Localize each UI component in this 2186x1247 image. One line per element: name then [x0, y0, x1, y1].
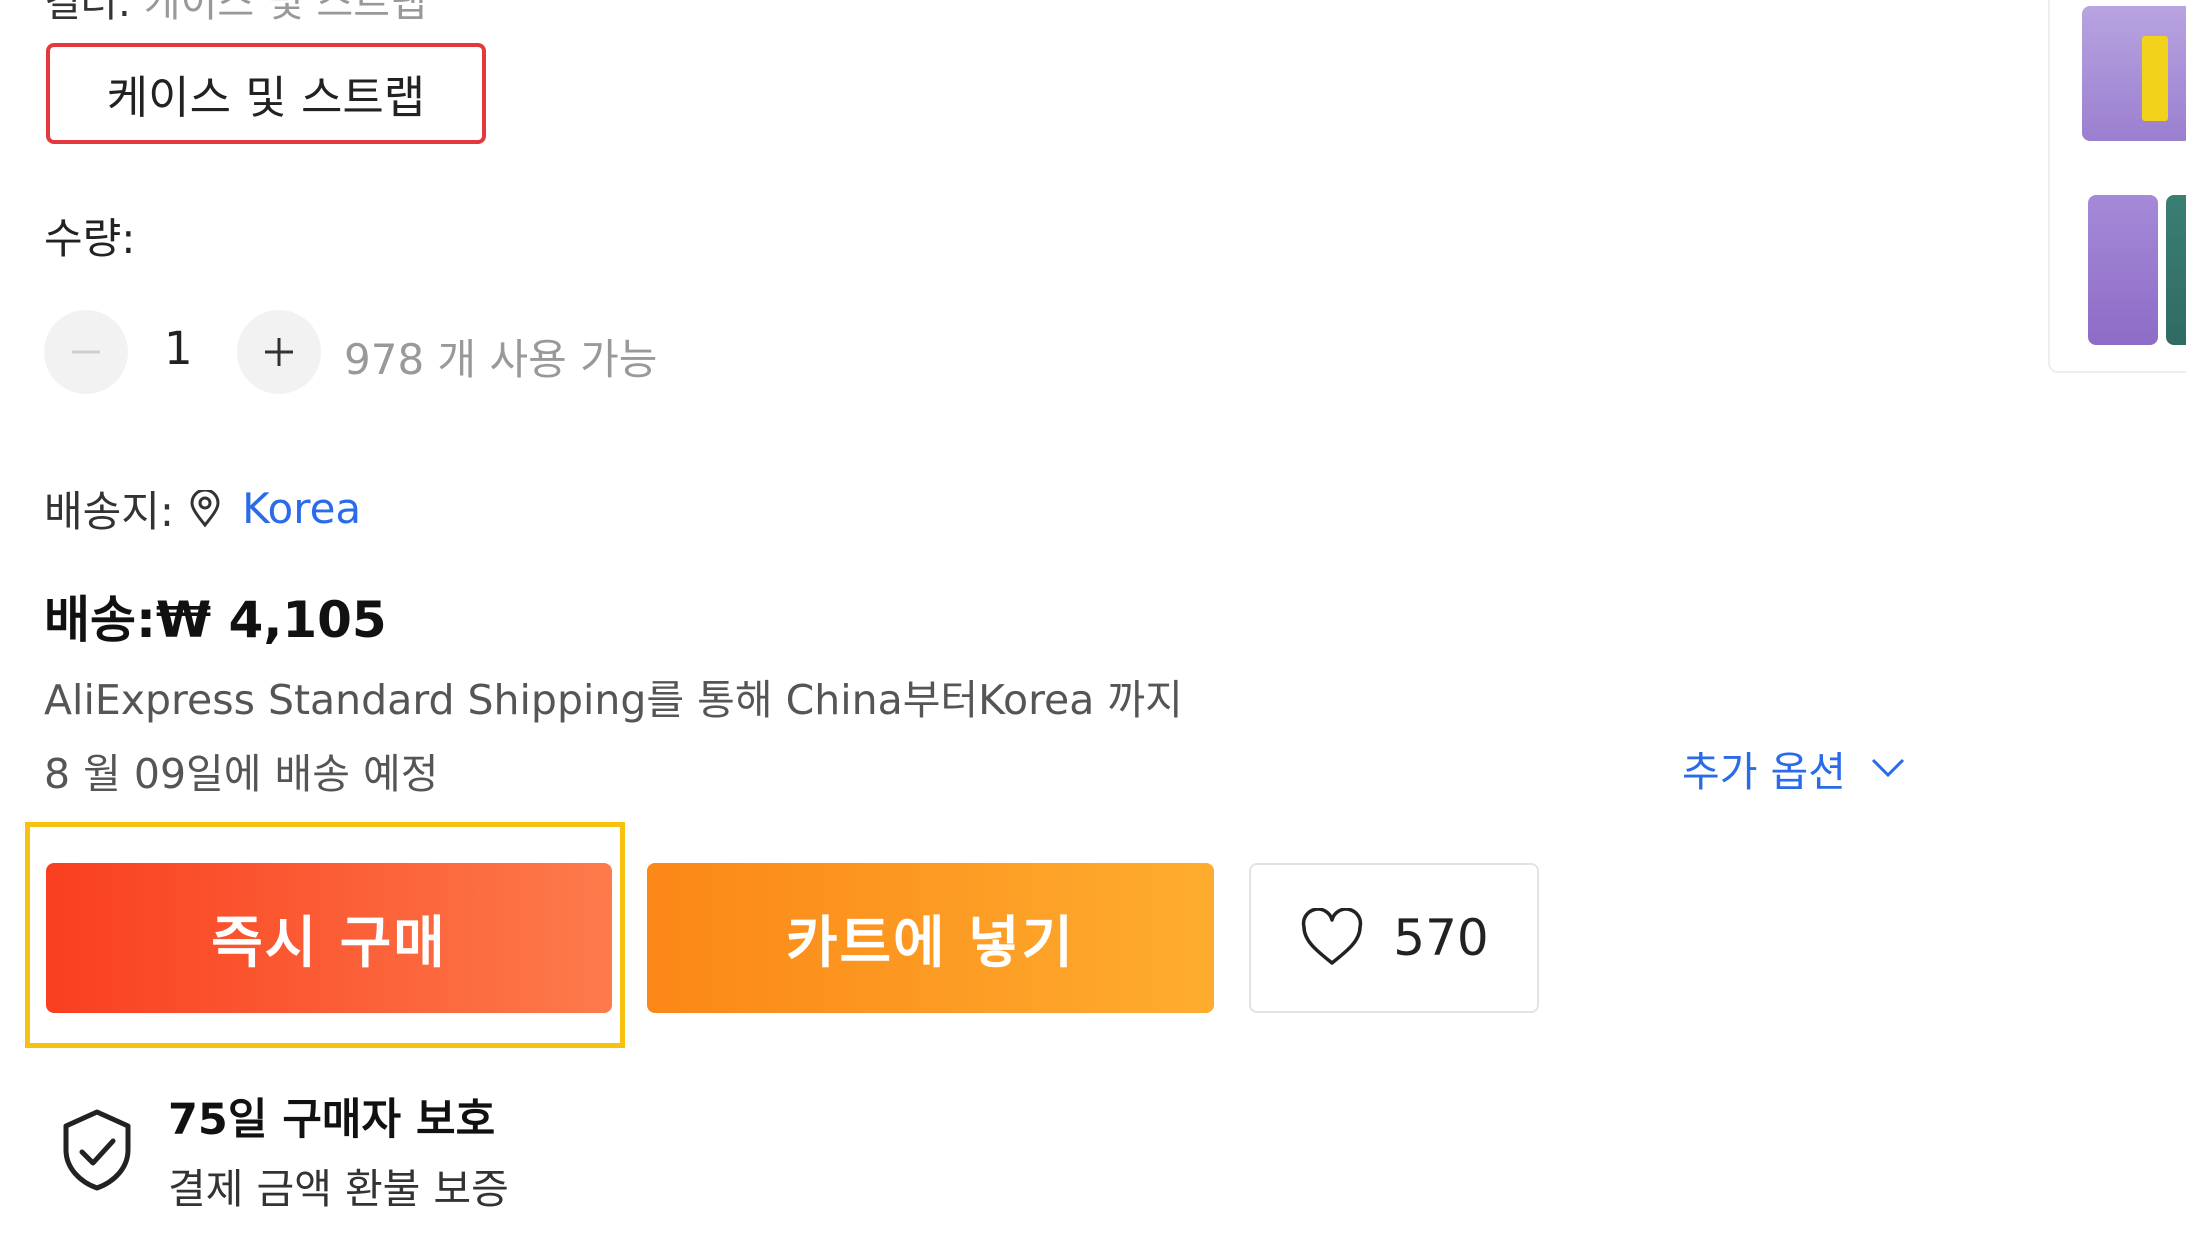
minus-icon: [72, 350, 100, 354]
quantity-value[interactable]: 1: [164, 322, 193, 375]
more-options-label: 추가 옵션: [1682, 748, 1846, 796]
ship-to-country-link[interactable]: Korea: [242, 484, 361, 533]
variant-option-case-strap[interactable]: 케이스 및 스트랩: [46, 43, 486, 144]
buy-now-button[interactable]: 즉시 구매: [46, 863, 612, 1013]
quantity-decrease-button[interactable]: [44, 310, 128, 394]
more-options-button[interactable]: 추가 옵션: [1682, 738, 1906, 798]
variant-label-text: 컬러:: [44, 0, 132, 26]
buy-now-label: 즉시 구매: [211, 910, 447, 976]
variant-label: 컬러: 케이스 및 스트랩: [44, 0, 427, 28]
thumbnail-image-3[interactable]: [2166, 195, 2186, 345]
shield-check-icon: [60, 1108, 134, 1192]
thumbnail-image-2[interactable]: [2088, 195, 2158, 345]
variant-label-value: 케이스 및 스트랩: [143, 0, 427, 26]
variant-option-label: 케이스 및 스트랩: [106, 71, 426, 124]
add-to-cart-button[interactable]: 카트에 넣기: [647, 863, 1214, 1013]
buyer-protection: 75일 구매자 보호 결제 금액 환불 보증: [60, 1085, 509, 1215]
delivery-estimate: 8 월 09일에 배송 예정: [44, 750, 439, 798]
buyer-protection-subtitle: 결제 금액 환불 보증: [168, 1165, 509, 1213]
heart-icon: [1299, 908, 1365, 968]
ship-to-row: 배송지: Korea: [44, 478, 361, 539]
plus-icon: [265, 338, 293, 366]
thumbnail-strip: [2048, 0, 2186, 373]
buyer-protection-title: 75일 구매자 보호: [168, 1095, 496, 1145]
chevron-down-icon: [1870, 757, 1906, 779]
thumbnail-image-1[interactable]: [2082, 6, 2186, 141]
buyer-protection-text: 75일 구매자 보호 결제 금액 환불 보증: [168, 1085, 509, 1215]
add-to-cart-label: 카트에 넣기: [785, 910, 1076, 976]
shipping-price: 배송:₩ 4,105: [44, 591, 387, 649]
quantity-available: 978 개 사용 가능: [344, 335, 658, 384]
location-pin-icon: [188, 489, 222, 528]
quantity-increase-button[interactable]: [237, 310, 321, 394]
quantity-label: 수량:: [44, 214, 136, 263]
wishlist-count: 570: [1393, 909, 1489, 967]
ship-to-label: 배송지:: [44, 487, 175, 536]
shipping-method: AliExpress Standard Shipping를 통해 China부터…: [44, 676, 1183, 724]
wishlist-button[interactable]: 570: [1249, 863, 1539, 1013]
